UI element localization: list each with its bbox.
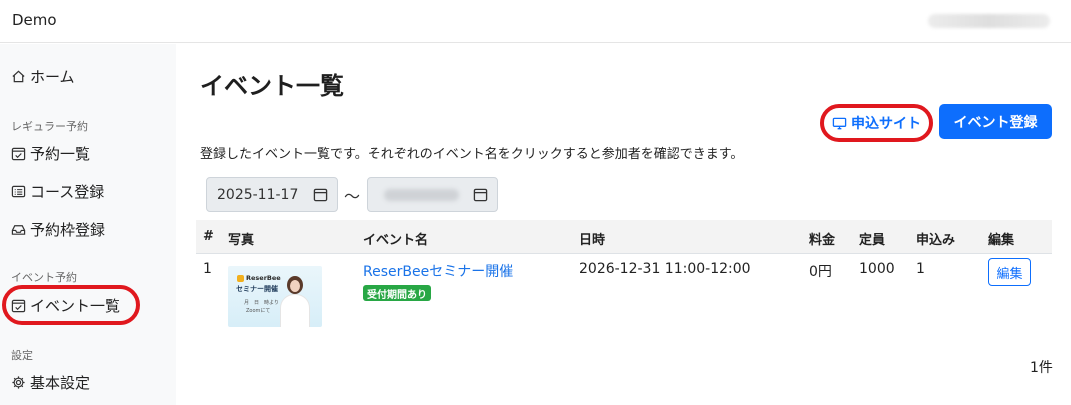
column-header-capacity: 定員 (859, 233, 886, 248)
thumbnail-person-face (290, 280, 300, 292)
sidebar-item-label: 予約枠登録 (30, 220, 106, 239)
thumbnail-title: セミナー開催 (236, 285, 278, 293)
event-applications: 1 (916, 261, 925, 277)
page-description: 登録したイベント一覧です。それぞれのイベント名をクリックすると参加者を確認できま… (200, 147, 744, 162)
column-header-number: # (203, 229, 214, 244)
calendar-icon[interactable] (473, 187, 488, 202)
sidebar: ホーム レギュラー予約 予約一覧 コース登録 予約枠登録 イベント予約 イベント… (0, 44, 176, 405)
sidebar-section-regular: レギュラー予約 (11, 120, 88, 133)
reserbee-logo-icon (237, 275, 244, 282)
calendar-icon[interactable] (313, 187, 328, 202)
home-icon (12, 70, 25, 82)
column-header-edit: 編集 (988, 233, 1015, 248)
column-header-photo: 写真 (228, 233, 255, 248)
sidebar-item-label: 予約一覧 (30, 144, 91, 163)
row-number: 1 (203, 261, 212, 277)
thumbnail-venue: Zoomにて (246, 308, 271, 314)
date-separator: 〜 (344, 187, 361, 206)
sidebar-section-event: イベント予約 (11, 271, 77, 284)
column-header-fee: 料金 (809, 233, 836, 248)
status-badge: 受付期間あり (363, 285, 431, 301)
sidebar-item-label: ホーム (30, 67, 75, 86)
event-capacity: 1000 (859, 261, 895, 277)
column-header-datetime: 日時 (579, 233, 606, 248)
inbox-icon (11, 224, 26, 235)
page-title: イベント一覧 (200, 72, 344, 100)
list-card-icon (11, 185, 26, 197)
result-count: 1件 (1030, 360, 1053, 376)
date-from-value: 2025-11-17 (217, 186, 299, 203)
apply-site-button[interactable]: 申込サイト (826, 108, 927, 138)
apply-site-label: 申込サイト (851, 116, 921, 132)
sidebar-item-reservation-list[interactable]: 予約一覧 (11, 141, 90, 165)
top-navbar: Demo (0, 0, 1071, 43)
gear-icon (12, 375, 25, 389)
register-event-button[interactable]: イベント登録 (939, 104, 1052, 139)
column-header-applications: 申込み (916, 233, 956, 248)
sidebar-item-label: コース登録 (30, 182, 105, 201)
app-brand[interactable]: Demo (12, 11, 57, 29)
sidebar-section-settings: 設定 (11, 349, 33, 362)
column-header-event-name: イベント名 (363, 233, 429, 248)
event-name-link[interactable]: ReserBeeセミナー開催 (363, 261, 513, 281)
edit-button[interactable]: 編集 (988, 258, 1031, 286)
sidebar-item-course-register[interactable]: コース登録 (11, 179, 104, 203)
sidebar-item-basic-settings[interactable]: 基本設定 (11, 370, 90, 394)
sidebar-item-label: イベント一覧 (30, 296, 121, 315)
sidebar-item-label: 基本設定 (30, 373, 91, 392)
sidebar-item-slot-register[interactable]: 予約枠登録 (11, 217, 105, 241)
calendar-check-icon (11, 147, 26, 160)
thumbnail-date-line: 月 日 時より (244, 300, 279, 306)
thumbnail-brand: ReserBee (246, 274, 281, 282)
calendar-check-icon (11, 299, 26, 312)
event-fee: 0円 (809, 264, 832, 280)
sidebar-item-home[interactable]: ホーム (11, 64, 75, 88)
event-datetime: 2026-12-31 11:00-12:00 (579, 261, 751, 277)
user-menu-redacted[interactable] (928, 14, 1050, 28)
event-thumbnail: ReserBee セミナー開催 月 日 時より Zoomにて (228, 266, 322, 327)
monitor-icon (832, 117, 847, 129)
sidebar-item-event-list[interactable]: イベント一覧 (11, 293, 120, 317)
thumbnail-person (280, 294, 310, 327)
date-to-redacted (384, 189, 459, 201)
